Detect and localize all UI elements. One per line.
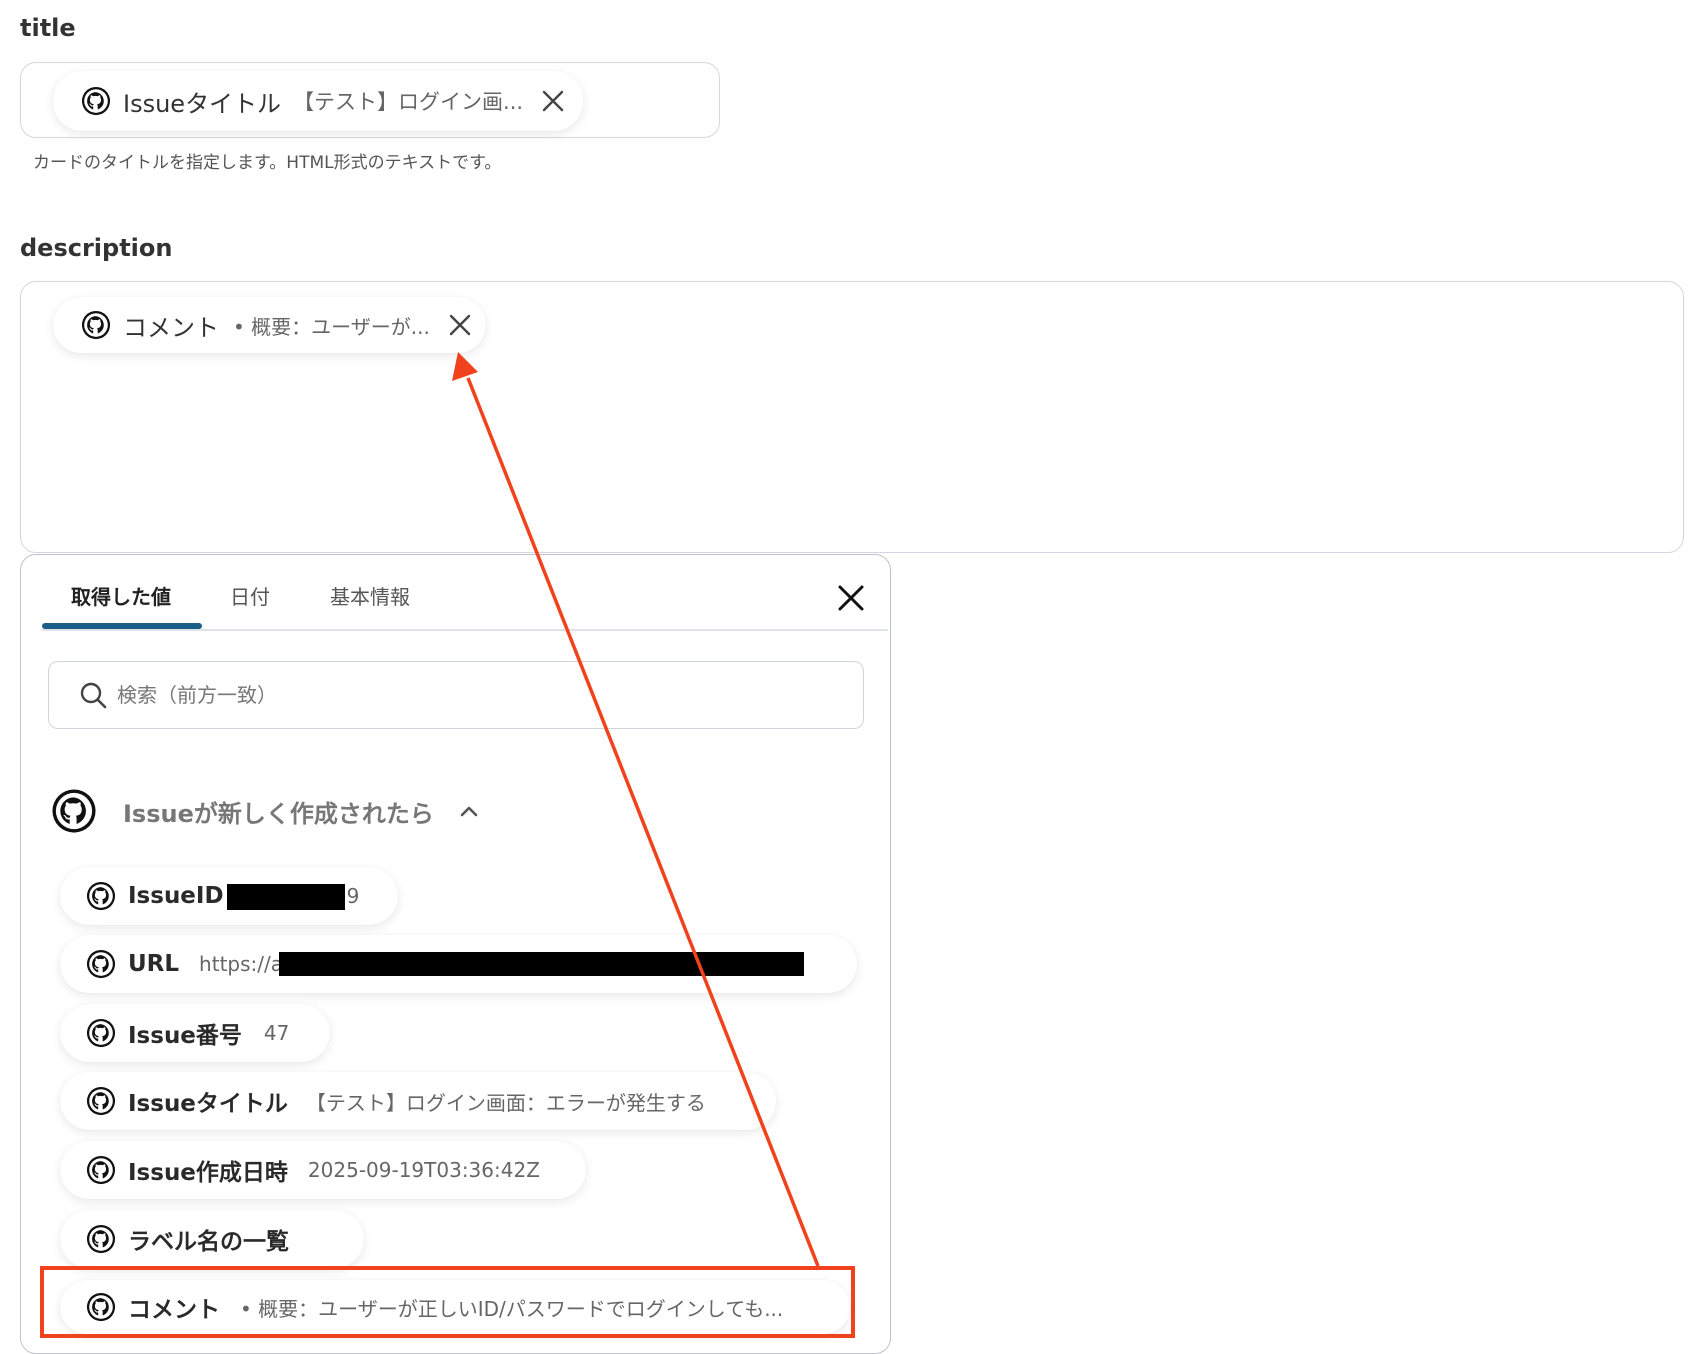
list-item-label-names[interactable]: ラベル名の一覧 bbox=[60, 1210, 364, 1268]
list-item-issue-title[interactable]: Issueタイトル 【テスト】ログイン画面：エラーが発生する bbox=[60, 1072, 776, 1130]
redaction-bar bbox=[227, 884, 345, 910]
search-icon bbox=[80, 682, 107, 709]
title-label: title bbox=[20, 14, 76, 42]
tab-acquired-values[interactable]: 取得した値 bbox=[71, 581, 171, 610]
list-item-issue-created-at[interactable]: Issue作成日時 2025-09-19T03:36:42Z bbox=[60, 1141, 586, 1199]
redaction-bar bbox=[279, 952, 804, 976]
description-chip[interactable]: コメント • 概要：ユーザーが... bbox=[53, 297, 486, 353]
github-icon bbox=[86, 1224, 116, 1254]
search-input[interactable] bbox=[115, 682, 819, 708]
description-label: description bbox=[20, 234, 173, 262]
close-icon[interactable] bbox=[836, 583, 866, 613]
item-value: 9 bbox=[346, 884, 360, 908]
group-name: Issueが新しく作成されたら bbox=[123, 799, 434, 828]
github-icon bbox=[51, 788, 97, 834]
item-name: Issue番号 bbox=[128, 1023, 242, 1049]
item-name: Issue作成日時 bbox=[128, 1160, 288, 1186]
github-icon bbox=[86, 1155, 116, 1185]
remove-icon[interactable] bbox=[541, 89, 565, 113]
title-chip[interactable]: Issueタイトル 【テスト】ログイン画... bbox=[53, 71, 584, 131]
item-name: Issueタイトル bbox=[128, 1091, 288, 1117]
item-value: https://a bbox=[199, 952, 283, 976]
search-box[interactable] bbox=[48, 661, 864, 729]
chevron-up-icon[interactable] bbox=[458, 800, 480, 822]
tab-basic-info[interactable]: 基本情報 bbox=[330, 581, 410, 610]
item-name: URL bbox=[128, 951, 180, 977]
annotation-highlight-box bbox=[40, 1266, 855, 1338]
tab-date[interactable]: 日付 bbox=[230, 581, 270, 610]
github-icon bbox=[86, 1086, 116, 1116]
github-icon bbox=[86, 949, 116, 979]
description-chip-value: • 概要：ユーザーが... bbox=[233, 314, 430, 339]
tab-divider bbox=[42, 629, 888, 631]
item-value: 【テスト】ログイン画面：エラーが発生する bbox=[305, 1090, 706, 1115]
github-icon bbox=[81, 310, 111, 340]
item-name: ラベル名の一覧 bbox=[128, 1229, 289, 1255]
github-icon bbox=[81, 86, 111, 116]
list-item-issue-number[interactable]: Issue番号 47 bbox=[60, 1004, 330, 1062]
github-icon bbox=[86, 1018, 116, 1048]
title-hint: カードのタイトルを指定します。HTML形式のテキストです。 bbox=[33, 153, 502, 173]
item-value: 47 bbox=[263, 1021, 290, 1045]
remove-icon[interactable] bbox=[448, 313, 472, 337]
item-name: IssueID bbox=[128, 883, 224, 909]
group-header[interactable]: Issueが新しく作成されたら bbox=[51, 788, 480, 834]
github-icon bbox=[86, 881, 116, 911]
title-chip-value: 【テスト】ログイン画... bbox=[293, 90, 524, 114]
description-chip-name: コメント bbox=[123, 313, 219, 342]
item-value: 2025-09-19T03:36:42Z bbox=[307, 1158, 540, 1182]
title-chip-name: Issueタイトル bbox=[123, 89, 282, 118]
